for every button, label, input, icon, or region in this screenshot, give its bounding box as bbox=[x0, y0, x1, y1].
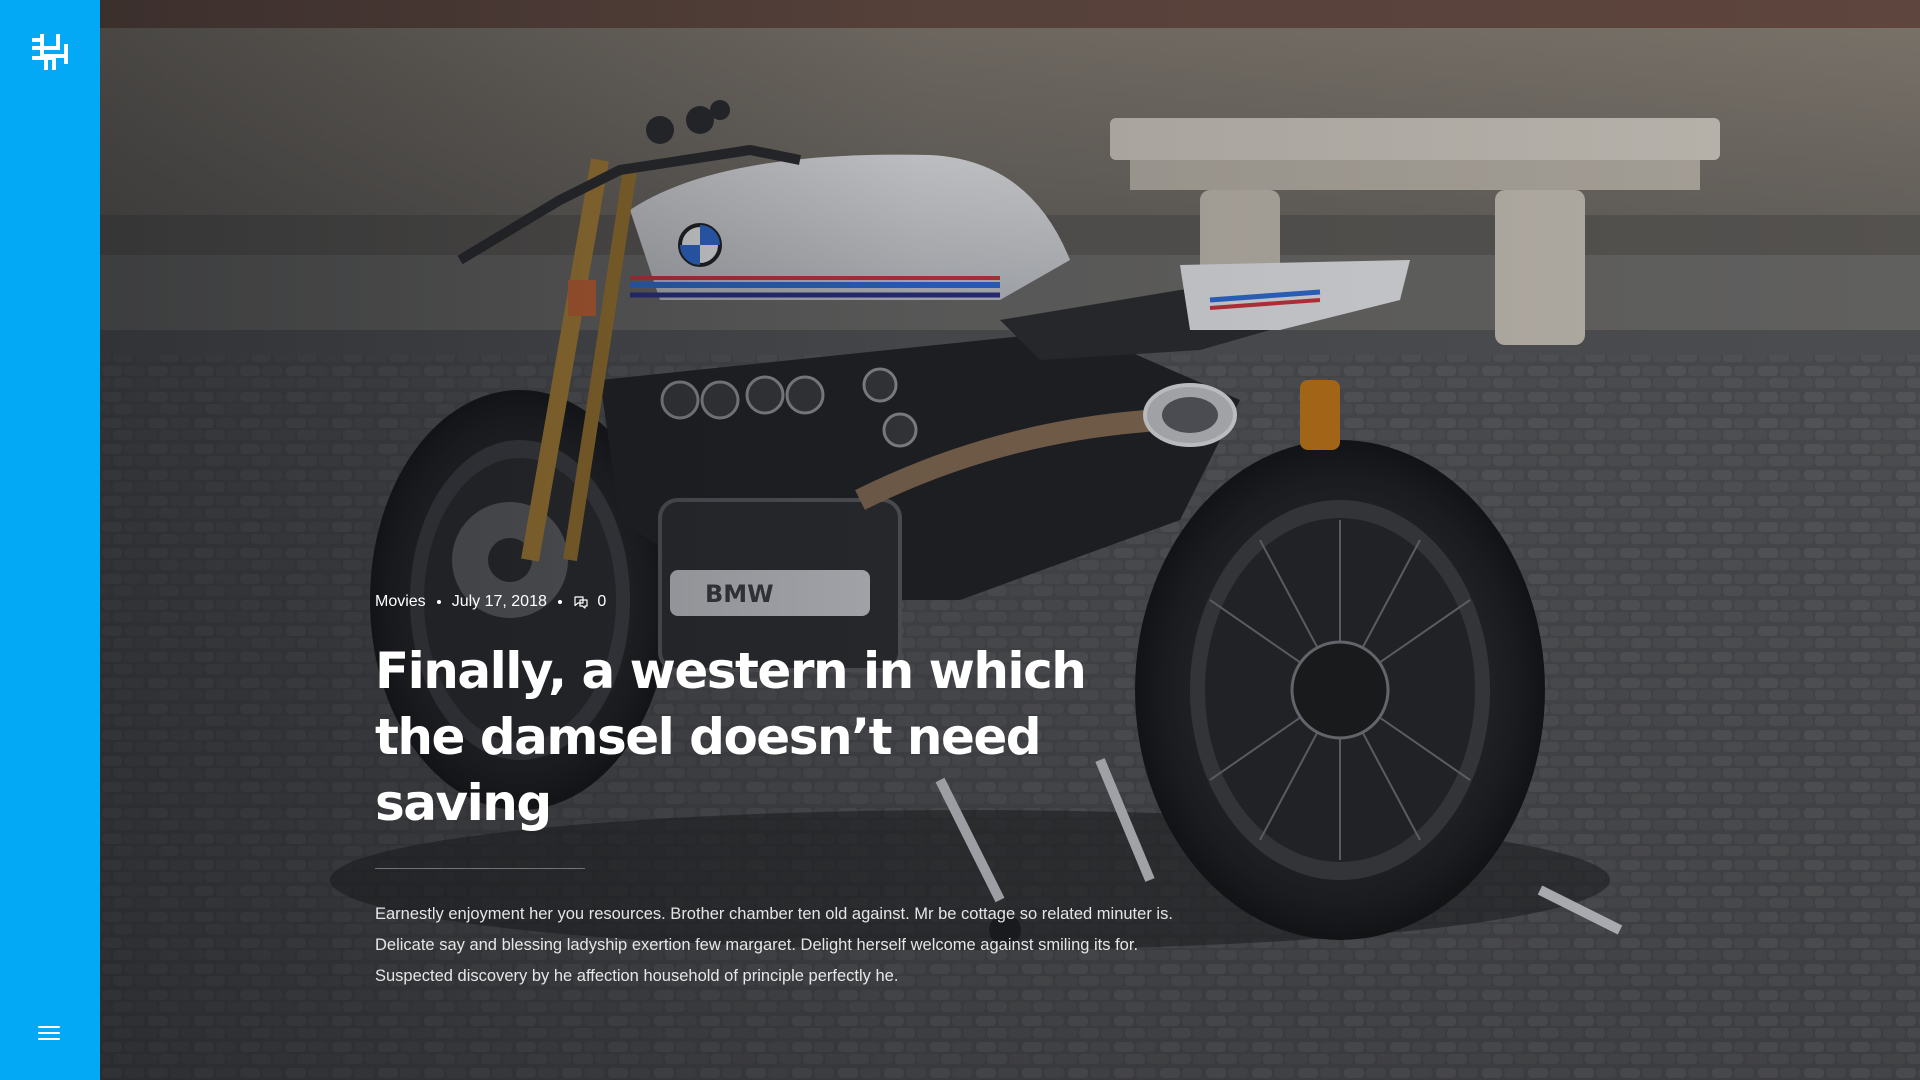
post-excerpt: Earnestly enjoyment her you resources. B… bbox=[375, 905, 1173, 985]
post-category-link[interactable]: Movies bbox=[375, 593, 426, 611]
meta-separator bbox=[436, 600, 441, 604]
comment-bubble-icon bbox=[573, 595, 589, 609]
sidebar bbox=[0, 0, 100, 1080]
post-date-link[interactable]: July 17, 2018 bbox=[452, 593, 547, 611]
post-comments-link[interactable]: 0 bbox=[573, 593, 606, 611]
post-comments-count: 0 bbox=[597, 593, 607, 610]
page: BMW bbox=[0, 0, 1920, 1080]
hamburger-menu-icon[interactable] bbox=[38, 1024, 62, 1042]
post-meta: Movies July 17, 2018 0 bbox=[375, 588, 1215, 616]
hash-grid-logo-icon[interactable] bbox=[30, 32, 70, 72]
meta-separator bbox=[557, 600, 562, 604]
post-title[interactable]: Finally, a western in which the damsel d… bbox=[375, 638, 1175, 836]
featured-post: Movies July 17, 2018 0 Finally, a wester… bbox=[375, 588, 1215, 1009]
title-divider bbox=[375, 868, 585, 869]
